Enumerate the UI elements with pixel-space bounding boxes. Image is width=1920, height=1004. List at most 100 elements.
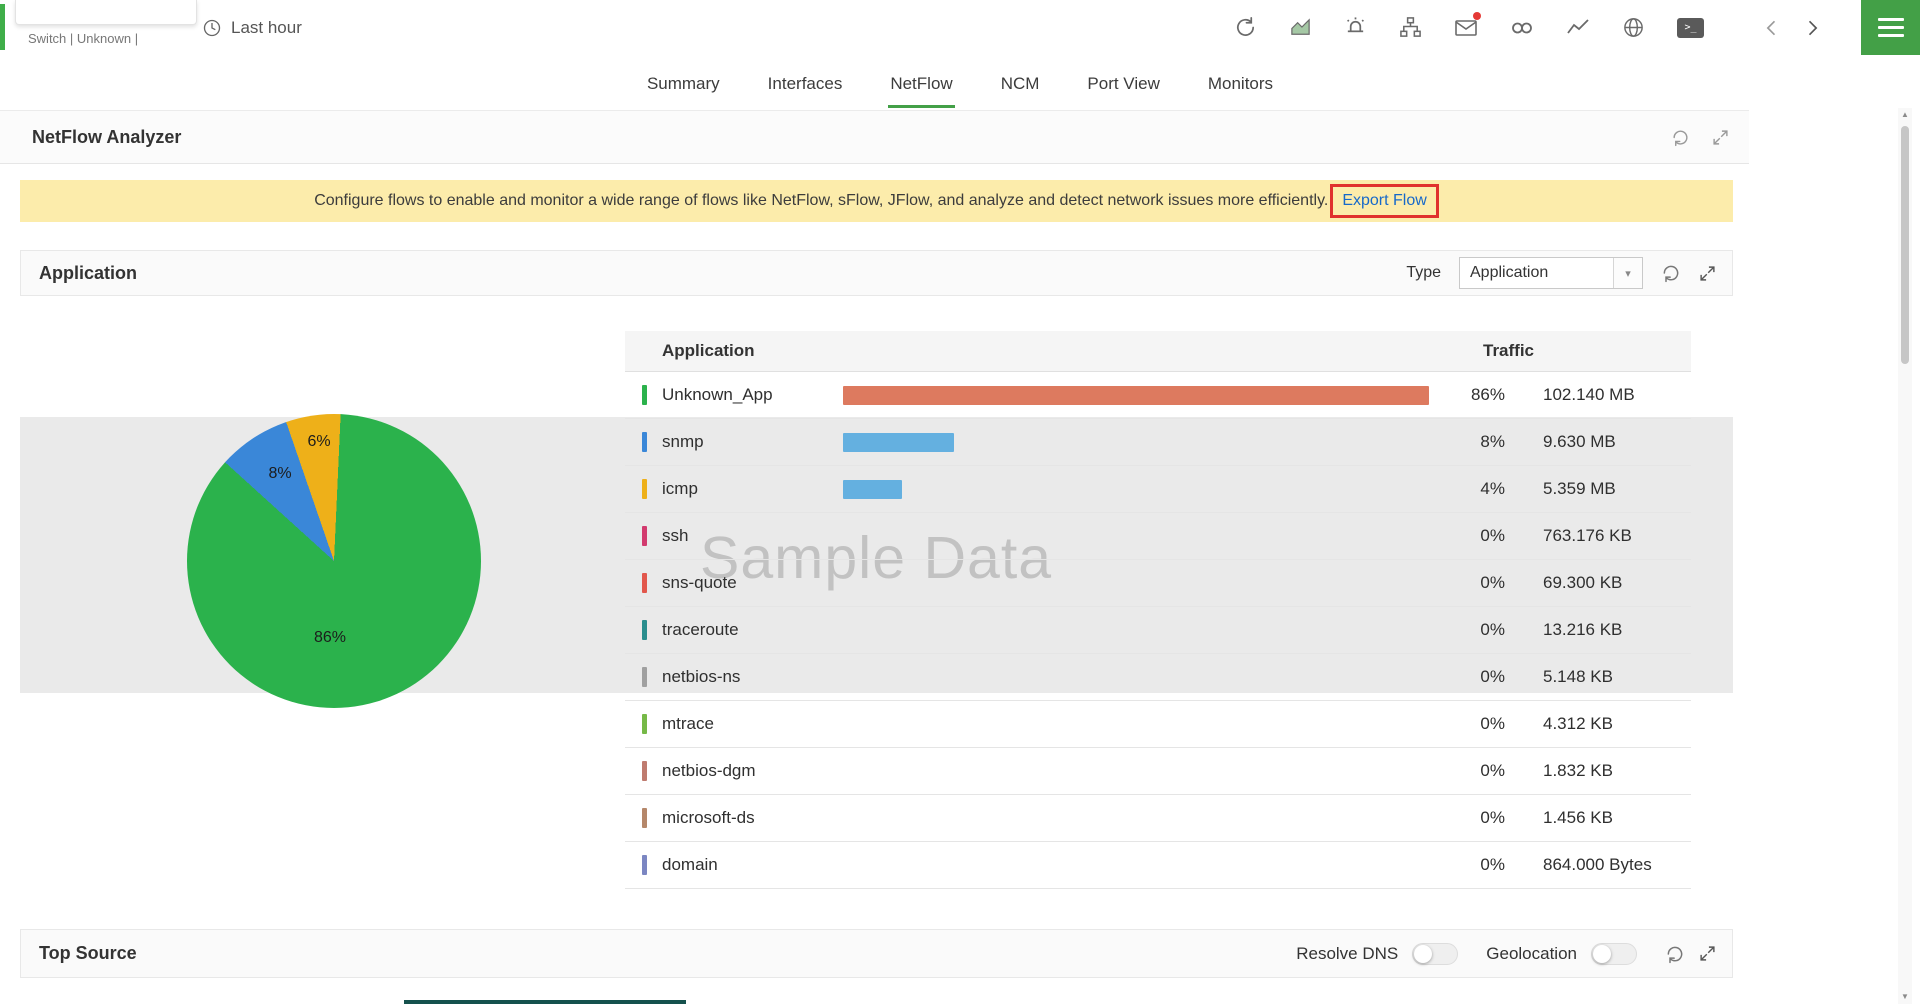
type-dropdown-value: Application: [1460, 264, 1613, 282]
table-row[interactable]: sns-quote0%69.300 KB: [625, 560, 1691, 607]
traffic-value: 763.176 KB: [1543, 513, 1632, 559]
pie-slice-label: 8%: [268, 465, 291, 483]
column-header-application: Application: [662, 331, 755, 371]
application-name: Unknown_App: [662, 372, 773, 418]
app-color-tick: [642, 761, 647, 781]
topbar-icon-group: >_: [1234, 0, 1704, 55]
table-row[interactable]: traceroute0%13.216 KB: [625, 607, 1691, 654]
application-expand-icon[interactable]: [1699, 265, 1716, 282]
traffic-percent: 86%: [1395, 372, 1505, 418]
application-name: microsoft-ds: [662, 795, 755, 841]
alarm-icon[interactable]: [1344, 16, 1367, 39]
traffic-percent: 0%: [1395, 748, 1505, 794]
type-dropdown[interactable]: Application ▾: [1459, 257, 1643, 289]
terminal-icon[interactable]: >_: [1677, 18, 1704, 38]
application-name: sns-quote: [662, 560, 737, 606]
topology-icon[interactable]: [1399, 16, 1422, 39]
table-row[interactable]: mtrace 0% 4.312 KB: [625, 701, 1691, 748]
mail-icon[interactable]: [1454, 16, 1478, 40]
chevron-right-icon[interactable]: [1802, 18, 1822, 38]
vertical-scrollbar[interactable]: ▲ ▼: [1898, 108, 1912, 1004]
geolocation-toggle[interactable]: [1591, 943, 1637, 965]
application-name: icmp: [662, 466, 698, 512]
tab-port-view[interactable]: Port View: [1085, 74, 1161, 108]
traffic-percent: 0%: [1395, 654, 1505, 700]
time-range-selector[interactable]: Last hour: [202, 0, 302, 55]
mail-notification-dot: [1473, 12, 1481, 20]
table-row[interactable]: netbios-dgm0%1.832 KB: [625, 748, 1691, 795]
traffic-percent: 0%: [1395, 607, 1505, 653]
traffic-value: 102.140 MB: [1543, 372, 1635, 418]
time-range-label: Last hour: [231, 18, 302, 38]
traffic-value: 5.359 MB: [1543, 466, 1616, 512]
top-source-refresh-icon[interactable]: [1665, 944, 1685, 964]
app-color-tick: [642, 526, 647, 546]
traffic-percent: 0%: [1395, 701, 1505, 747]
application-table-body: Unknown_App 86% 102.140 MBsnmp8%9.630 MBic…: [625, 372, 1691, 889]
tab-monitors[interactable]: Monitors: [1206, 74, 1275, 108]
pie-slice-label: 6%: [307, 433, 330, 451]
export-flow-link[interactable]: Export Flow: [1342, 192, 1426, 209]
device-selector[interactable]: [15, 0, 197, 25]
table-row[interactable]: snmp8%9.630 MB: [625, 419, 1691, 466]
topbar-pager: [1762, 0, 1822, 55]
table-row[interactable]: icmp 4% 5.359 MB: [625, 466, 1691, 513]
scroll-down-arrow-icon[interactable]: ▼: [1898, 990, 1912, 1004]
app-color-tick: [642, 573, 647, 593]
application-name: snmp: [662, 419, 704, 465]
tab-ncm[interactable]: NCM: [999, 74, 1042, 108]
section-expand-icon[interactable]: [1712, 129, 1729, 146]
application-refresh-icon[interactable]: [1661, 263, 1681, 283]
page-title: NetFlow Analyzer: [32, 127, 181, 148]
application-panel-title: Application: [39, 263, 137, 284]
table-row[interactable]: Unknown_App 86% 102.140 MB: [625, 372, 1691, 419]
tab-netflow[interactable]: NetFlow: [888, 74, 954, 108]
menu-icon[interactable]: [1861, 0, 1920, 55]
table-row[interactable]: ssh0%763.176 KB: [625, 513, 1691, 560]
app-color-tick: [642, 479, 647, 499]
partial-bottom-element: [404, 1000, 686, 1004]
top-source-expand-icon[interactable]: [1699, 945, 1716, 962]
traffic-value: 864.000 Bytes: [1543, 842, 1652, 888]
chevron-left-icon[interactable]: [1762, 18, 1782, 38]
line-chart-icon[interactable]: [1566, 16, 1590, 40]
app-color-tick: [642, 385, 647, 405]
toggle-knob: [1414, 945, 1432, 963]
table-row[interactable]: domain0%864.000 Bytes: [625, 842, 1691, 889]
table-row[interactable]: microsoft-ds0%1.456 KB: [625, 795, 1691, 842]
traffic-percent: 0%: [1395, 795, 1505, 841]
application-table: Application Traffic Unknown_App 86% 102.14…: [625, 331, 1691, 889]
area-chart-icon[interactable]: [1289, 16, 1312, 39]
application-name: ssh: [662, 513, 688, 559]
refresh-icon[interactable]: [1234, 16, 1257, 39]
tab-interfaces[interactable]: Interfaces: [766, 74, 845, 108]
app-color-tick: [642, 667, 647, 687]
geolocation-label: Geolocation: [1486, 944, 1577, 964]
link-icon[interactable]: [1510, 16, 1534, 40]
configure-flows-banner: Configure flows to enable and monitor a …: [20, 180, 1733, 222]
table-row[interactable]: netbios-ns0%5.148 KB: [625, 654, 1691, 701]
application-name: netbios-ns: [662, 654, 740, 700]
traffic-value: 13.216 KB: [1543, 607, 1622, 653]
traffic-percent: 0%: [1395, 560, 1505, 606]
top-source-title: Top Source: [39, 943, 137, 964]
tab-summary[interactable]: Summary: [645, 74, 722, 108]
netflow-analyzer-header: NetFlow Analyzer: [0, 110, 1749, 164]
traffic-percent: 4%: [1395, 466, 1505, 512]
column-header-traffic: Traffic: [1483, 331, 1534, 371]
app-color-tick: [642, 620, 647, 640]
application-pie-chart[interactable]: [187, 414, 481, 708]
type-label: Type: [1406, 264, 1441, 282]
application-name: mtrace: [662, 701, 714, 747]
traffic-value: 4.312 KB: [1543, 701, 1613, 747]
section-refresh-icon[interactable]: [1671, 128, 1690, 147]
banner-text: Configure flows to enable and monitor a …: [314, 192, 1328, 210]
annotation-red-box: Export Flow: [1330, 184, 1438, 218]
scrollbar-thumb[interactable]: [1901, 126, 1909, 364]
globe-icon[interactable]: [1622, 16, 1645, 39]
terminal-glyph: >_: [1677, 18, 1704, 38]
app-color-tick: [642, 432, 647, 452]
traffic-value: 9.630 MB: [1543, 419, 1616, 465]
resolve-dns-toggle[interactable]: [1412, 943, 1458, 965]
scroll-up-arrow-icon[interactable]: ▲: [1898, 108, 1912, 122]
